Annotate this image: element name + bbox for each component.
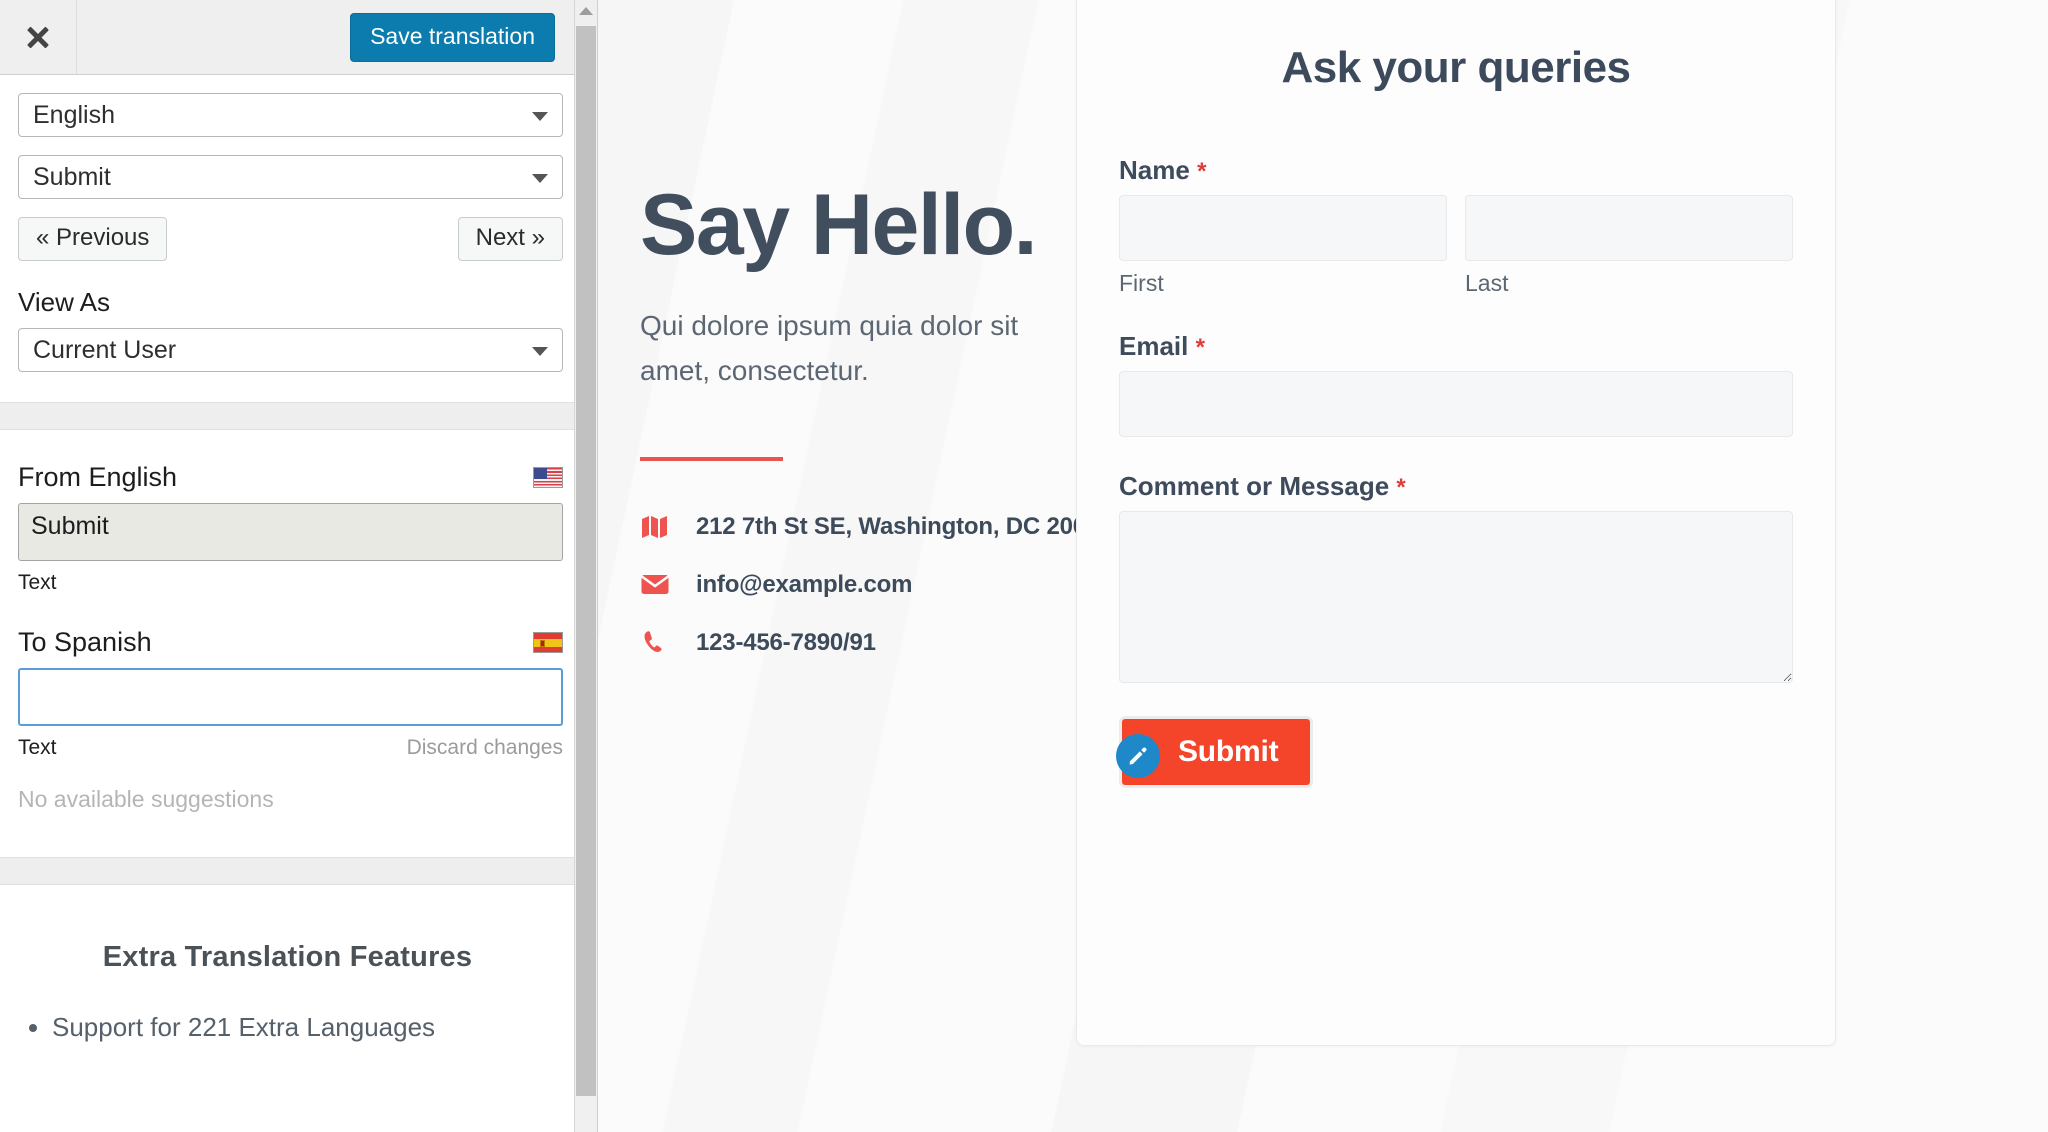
- message-field-group: Comment or Message *: [1119, 471, 1793, 688]
- suggestions-empty-text: No available suggestions: [18, 786, 274, 812]
- email-input[interactable]: [1119, 371, 1793, 437]
- target-language-title: To Spanish: [18, 627, 152, 657]
- list-item: Support for 221 Extra Languages: [52, 1010, 575, 1045]
- source-language-header: From English: [18, 462, 563, 493]
- last-name-input[interactable]: [1465, 195, 1793, 261]
- name-field-group: Name * First Last: [1119, 155, 1793, 297]
- view-as-select[interactable]: Current User: [18, 328, 563, 372]
- first-name-column: First: [1119, 195, 1447, 297]
- email-icon: [640, 574, 670, 595]
- required-asterisk: *: [1396, 474, 1406, 501]
- extra-features-list: Support for 221 Extra Languages: [0, 1010, 575, 1045]
- source-text-input[interactable]: [18, 503, 563, 561]
- source-language-title: From English: [18, 462, 178, 492]
- source-meta-row: Text: [18, 571, 563, 595]
- header-spacer: [77, 0, 350, 74]
- chevron-down-icon: [532, 112, 548, 121]
- first-name-sublabel: First: [1119, 270, 1164, 296]
- email-field-group: Email *: [1119, 331, 1793, 437]
- view-as-label: View As: [18, 287, 111, 317]
- section-divider: [0, 402, 575, 430]
- contact-phone-text: 123-456-7890/91: [696, 628, 876, 656]
- message-label-text: Comment or Message: [1119, 471, 1390, 501]
- translation-panel-body: English Submit « Previous Next » View As…: [0, 93, 575, 372]
- hero-divider: [640, 456, 783, 461]
- last-name-column: Last: [1465, 195, 1793, 297]
- hero-subtitle: Qui dolore ipsum quia dolor sit amet, co…: [640, 310, 1019, 386]
- extra-features-section: Extra Translation Features Support for 2…: [0, 941, 575, 1045]
- string-select-value: Submit: [33, 162, 111, 191]
- translation-panel: Save translation English Submit « Previo…: [0, 0, 598, 1132]
- last-name-sublabel: Last: [1465, 270, 1509, 296]
- first-name-input[interactable]: [1119, 195, 1447, 261]
- name-label-text: Name: [1119, 155, 1190, 185]
- scrollbar-up-button[interactable]: [575, 0, 597, 22]
- language-select[interactable]: English: [18, 93, 563, 137]
- us-flag-icon: [533, 467, 563, 488]
- chevron-down-icon: [532, 347, 548, 356]
- target-meta-row: Text Discard changes: [18, 736, 563, 760]
- message-label: Comment or Message *: [1119, 471, 1793, 502]
- view-as-value: Current User: [33, 335, 177, 364]
- map-icon: [640, 515, 670, 539]
- email-label: Email *: [1119, 331, 1793, 362]
- close-button[interactable]: [0, 0, 77, 74]
- required-asterisk: *: [1197, 158, 1207, 185]
- required-asterisk: *: [1195, 334, 1205, 361]
- translation-panel-scroll-area: Save translation English Submit « Previo…: [0, 0, 575, 1132]
- extra-features-title: Extra Translation Features: [102, 941, 473, 973]
- translation-panel-header: Save translation: [0, 0, 575, 75]
- contact-email-text: info@example.com: [696, 570, 913, 598]
- section-divider-2: [0, 857, 575, 885]
- message-textarea[interactable]: [1119, 511, 1793, 683]
- target-text-input[interactable]: [18, 668, 563, 726]
- email-label-text: Email: [1119, 331, 1189, 361]
- es-flag-icon: [533, 632, 563, 653]
- chevron-up-icon: [579, 7, 593, 15]
- submit-button-wrapper: Submit: [1116, 716, 1314, 788]
- chevron-down-icon: [532, 174, 548, 183]
- page-content: Say Hello. Qui dolore ipsum quia dolor s…: [598, 0, 2048, 1132]
- target-language-header: To Spanish: [18, 627, 563, 658]
- phone-icon: [640, 630, 670, 655]
- name-label: Name *: [1119, 155, 1793, 186]
- previous-button[interactable]: « Previous: [18, 217, 168, 261]
- name-columns: First Last: [1119, 195, 1793, 297]
- form-title: Ask your queries: [1281, 43, 1631, 92]
- form-body: Name * First Last Email * Comment or Mes…: [1116, 155, 1793, 788]
- app-root: Save translation English Submit « Previo…: [0, 0, 2048, 1132]
- close-icon: [23, 22, 53, 52]
- save-translation-button[interactable]: Save translation: [350, 12, 555, 62]
- source-type-label: Text: [18, 571, 57, 594]
- language-select-value: English: [33, 100, 115, 129]
- panel-scrollbar[interactable]: [574, 0, 597, 1132]
- discard-changes-link[interactable]: Discard changes: [407, 736, 563, 760]
- contact-form-card: Ask your queries Name * First Last Email…: [1076, 0, 1836, 1046]
- string-select[interactable]: Submit: [18, 155, 563, 199]
- next-button[interactable]: Next »: [457, 217, 563, 261]
- target-type-label: Text: [18, 736, 57, 759]
- pencil-edit-icon[interactable]: [1116, 734, 1160, 778]
- scrollbar-thumb[interactable]: [576, 26, 596, 1096]
- pagination-row: « Previous Next »: [18, 217, 563, 261]
- translation-editor: From English Text To Spanish: [0, 462, 575, 813]
